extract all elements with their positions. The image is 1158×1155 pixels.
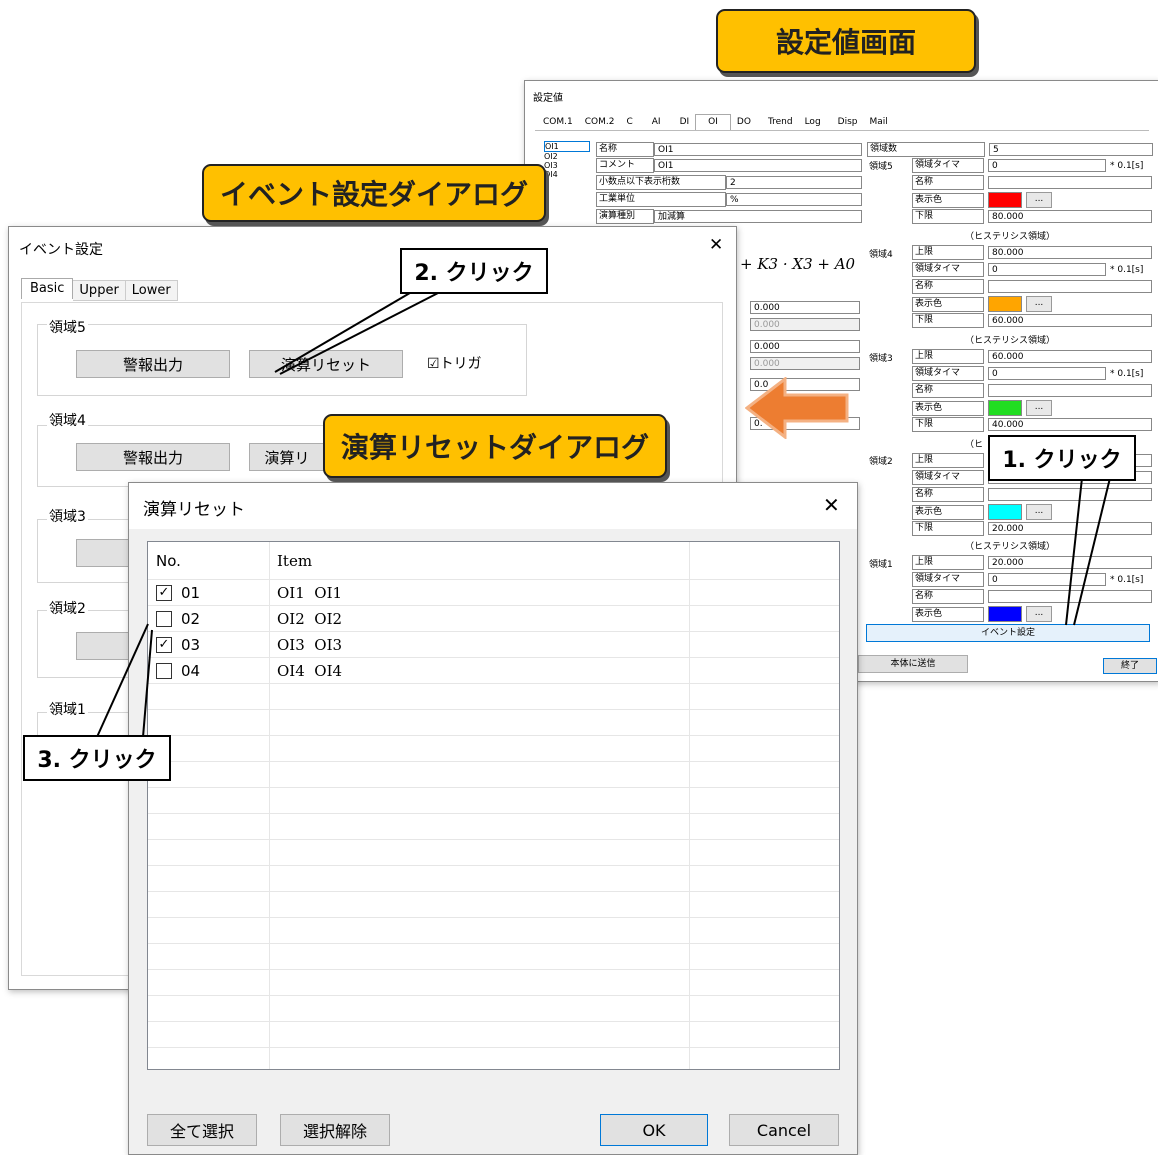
settings-screen-callout: 設定値画面 [716, 9, 976, 73]
step2-label: 2. クリック [400, 248, 548, 294]
arrow-icon [745, 377, 849, 439]
annotation-lines [96, 289, 1111, 738]
event-dialog-callout: イベント設定ダイアログ [202, 164, 546, 222]
step3-label: 3. クリック [23, 735, 171, 781]
reset-dialog-callout: 演算リセットダイアログ [323, 414, 667, 478]
step1-label: 1. クリック [988, 435, 1136, 481]
